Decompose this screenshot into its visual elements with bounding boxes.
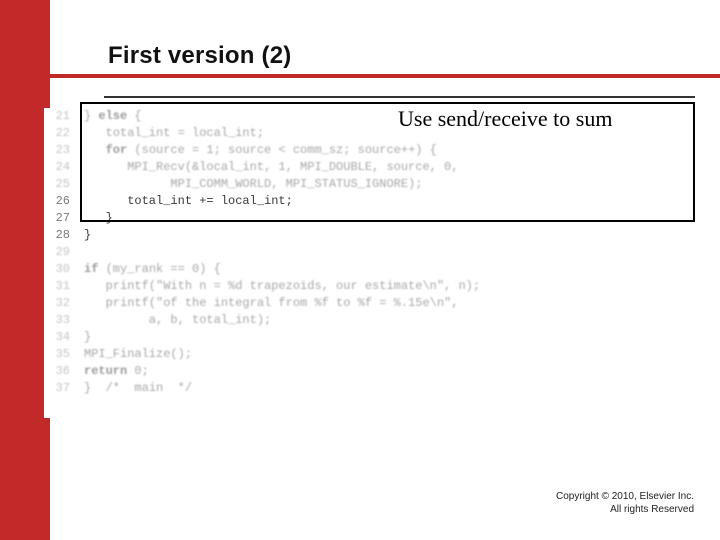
code-line <box>84 244 698 261</box>
code-line: if (my_rank == 0) { <box>84 261 698 278</box>
page-title: First version (2) <box>108 42 291 70</box>
code-line: MPI_COMM_WORLD, MPI_STATUS_IGNORE); <box>84 176 698 193</box>
line-number: 33 <box>44 312 74 329</box>
code-listing: 2122232425262728293031323334353637 } els… <box>44 108 698 418</box>
slide: First version (2) 2122232425262728293031… <box>0 0 720 540</box>
copyright: Copyright © 2010, Elsevier Inc. All righ… <box>556 491 694 516</box>
line-number: 22 <box>44 125 74 142</box>
code-line: printf("of the integral from %f to %f = … <box>84 295 698 312</box>
code-body: } else { total_int = local_int; for (sou… <box>84 108 698 397</box>
line-number: 36 <box>44 363 74 380</box>
code-line: MPI_Finalize(); <box>84 346 698 363</box>
side-accent-bar <box>0 0 50 540</box>
line-number: 37 <box>44 380 74 397</box>
line-number: 29 <box>44 244 74 261</box>
line-number: 32 <box>44 295 74 312</box>
line-number: 26 <box>44 193 74 210</box>
line-number: 23 <box>44 142 74 159</box>
code-line: } <box>84 329 698 346</box>
copyright-line1: Copyright © 2010, Elsevier Inc. <box>556 491 694 504</box>
header-rule-red <box>48 74 720 78</box>
code-line: } <box>84 227 698 244</box>
line-number: 30 <box>44 261 74 278</box>
copyright-line2: All rights Reserved <box>556 504 694 517</box>
line-number: 35 <box>44 346 74 363</box>
line-number: 24 <box>44 159 74 176</box>
code-line: for (source = 1; source < comm_sz; sourc… <box>84 142 698 159</box>
code-line: printf("With n = %d trapezoids, our esti… <box>84 278 698 295</box>
code-line: } <box>84 210 698 227</box>
line-number: 27 <box>44 210 74 227</box>
line-number: 21 <box>44 108 74 125</box>
line-number-gutter: 2122232425262728293031323334353637 <box>44 108 74 397</box>
line-number: 31 <box>44 278 74 295</box>
header-rule-dark <box>104 96 695 98</box>
code-line: } /* main */ <box>84 380 698 397</box>
callout-label: Use send/receive to sum <box>394 106 616 132</box>
line-number: 25 <box>44 176 74 193</box>
code-line: return 0; <box>84 363 698 380</box>
code-line: MPI_Recv(&local_int, 1, MPI_DOUBLE, sour… <box>84 159 698 176</box>
line-number: 34 <box>44 329 74 346</box>
code-line: total_int += local_int; <box>84 193 698 210</box>
code-line: a, b, total_int); <box>84 312 698 329</box>
line-number: 28 <box>44 227 74 244</box>
